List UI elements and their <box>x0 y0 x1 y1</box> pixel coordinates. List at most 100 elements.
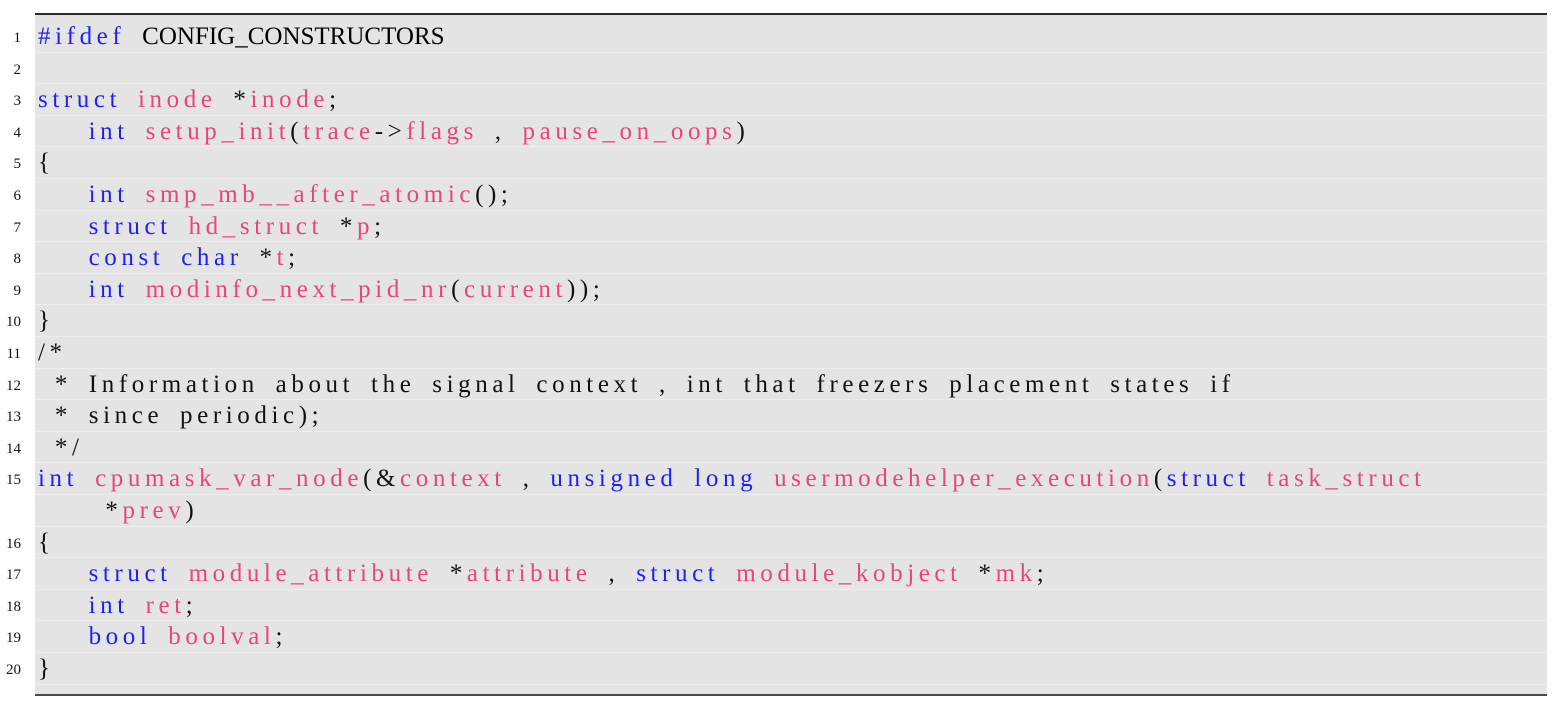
punctuation-token: { <box>38 528 55 556</box>
code-line: 5{ <box>14 147 1547 179</box>
code-line: 19 bool boolval; <box>6 621 1547 653</box>
punctuation-token <box>757 465 774 492</box>
code-line: 16 { <box>6 527 1547 559</box>
line-number: 3 <box>13 93 22 110</box>
line-number: 11 <box>6 346 21 362</box>
punctuation-token: * <box>242 244 277 272</box>
punctuation-token: ; <box>275 623 288 651</box>
punctuation-token: * <box>961 560 996 588</box>
punctuation-token <box>151 623 168 650</box>
keyword-token: int <box>88 275 129 303</box>
code-line: 17 struct module_attribute *attribute , … <box>6 558 1547 590</box>
punctuation-token <box>129 118 146 145</box>
punctuation-token: ) <box>185 497 199 524</box>
punctuation-token <box>172 213 189 240</box>
punctuation-token: ) <box>736 117 750 145</box>
identifier-token: boolval <box>168 623 276 651</box>
punctuation-token: * Information about the signal context ,… <box>38 370 1235 398</box>
identifier-token: modinfo_next_pid_nr <box>145 275 452 303</box>
code-line: 2 <box>14 53 1547 85</box>
punctuation-token: ( <box>290 117 304 145</box>
punctuation-token <box>719 560 736 587</box>
code-line: *prev) <box>35 495 1547 527</box>
code-text: struct hd_struct *p; <box>38 213 386 241</box>
keyword-token: const <box>88 244 165 272</box>
line-number: 5 <box>13 156 22 173</box>
keyword-token: #ifdef <box>38 23 126 50</box>
line-number: 20 <box>6 662 21 678</box>
punctuation-token <box>78 465 95 492</box>
code-text: int modinfo_next_pid_nr(current)); <box>38 276 604 304</box>
punctuation-token <box>1250 465 1267 492</box>
punctuation-token <box>129 276 146 303</box>
punctuation-token <box>38 118 89 145</box>
keyword-token: int <box>88 591 129 619</box>
code-line: 3 struct inode *inode; <box>14 84 1547 116</box>
line-number: 1 <box>13 30 22 46</box>
code-text: int setup_init(trace->flags , pause_on_o… <box>38 118 749 146</box>
punctuation-token: -> <box>374 117 407 145</box>
line-number: 4 <box>13 124 22 141</box>
keyword-token: int <box>88 117 129 145</box>
punctuation-token: (& <box>363 465 401 493</box>
punctuation-token: , <box>591 560 637 588</box>
line-number: 6 <box>13 188 22 204</box>
identifier-token: p <box>356 212 375 240</box>
punctuation-token: * <box>323 212 357 240</box>
code-line: 20} <box>6 653 1547 685</box>
code-text: */ <box>38 434 84 462</box>
keyword-token: long <box>694 465 758 493</box>
code-line: 12 * Information about the signal contex… <box>6 369 1547 401</box>
code-listing: 1 #ifdef CONFIG_CONSTRUCTORS 2 3 struct inod… <box>6 13 1547 696</box>
code-line: 7 struct hd_struct *p; <box>14 211 1547 243</box>
identifier-token: mk <box>995 560 1037 588</box>
keyword-token: char <box>181 244 243 272</box>
line-number: 17 <box>6 567 21 584</box>
identifier-token: trace <box>303 117 375 145</box>
line-number: 12 <box>6 377 21 394</box>
line-number: 2 <box>13 61 22 78</box>
identifier-token: module_attribute <box>188 560 433 588</box>
punctuation-token <box>677 465 694 492</box>
code-text: } <box>38 307 55 335</box>
punctuation-token <box>38 623 89 650</box>
code-text: const char *t; <box>38 244 300 272</box>
identifier-token: context <box>400 465 506 493</box>
punctuation-token <box>129 592 146 619</box>
line-number: 15 <box>6 472 21 489</box>
code-text: } <box>38 655 55 683</box>
punctuation-token: * <box>38 497 123 524</box>
punctuation-token: ; <box>374 212 386 240</box>
identifier-token: attribute <box>466 560 592 588</box>
punctuation-token: ; <box>185 591 198 619</box>
line-number: 8 <box>13 251 22 268</box>
identifier-token: current <box>464 275 567 303</box>
code-text: /* <box>38 339 67 367</box>
punctuation-token: ; <box>1036 560 1049 588</box>
code-line: 6 int smp_mb__after_atomic(); <box>14 179 1547 211</box>
punctuation-token <box>121 86 138 113</box>
punctuation-token: ; <box>288 244 300 272</box>
punctuation-token <box>38 560 89 587</box>
punctuation-token: } <box>38 655 55 682</box>
identifier-token: pause_on_oops <box>522 117 737 145</box>
line-number: 13 <box>6 409 21 426</box>
code-line: 18 int ret; <box>6 590 1547 622</box>
punctuation-token <box>38 276 89 303</box>
code-text: *prev) <box>38 497 198 525</box>
punctuation-token: (); <box>475 181 513 208</box>
line-number: 10 <box>6 314 21 331</box>
identifier-token: setup_init <box>145 117 291 145</box>
punctuation-token: } <box>38 307 55 335</box>
code-text: { <box>38 529 55 557</box>
code-text: #ifdef CONFIG_CONSTRUCTORS <box>38 23 445 51</box>
keyword-token: struct <box>1166 465 1250 493</box>
punctuation-token: * <box>216 86 251 114</box>
keyword-token: int <box>38 465 79 493</box>
punctuation-token <box>38 181 89 208</box>
identifier-token: ret <box>145 591 186 619</box>
punctuation-token <box>164 244 181 271</box>
line-number: 16 <box>6 535 21 552</box>
keyword-token: struct <box>38 86 122 114</box>
punctuation-token <box>38 213 89 240</box>
